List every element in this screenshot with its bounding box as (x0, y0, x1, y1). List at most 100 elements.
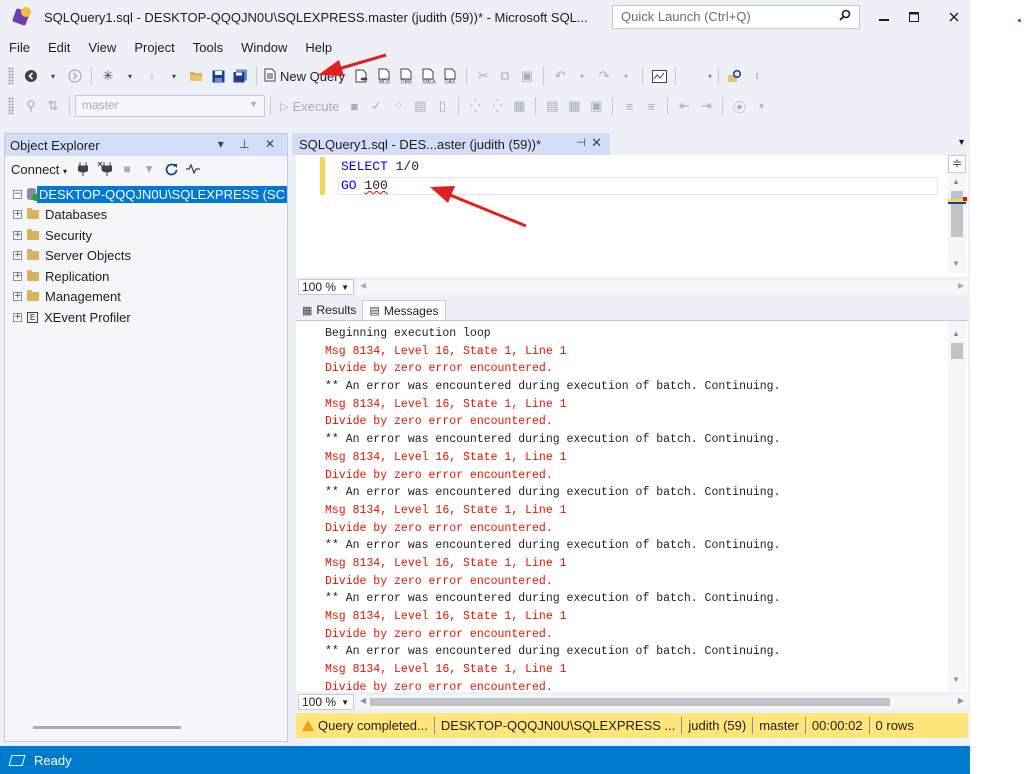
include-actual-plan-icon[interactable]: ⁛ (465, 97, 485, 115)
redo-icon[interactable]: ↷ (594, 67, 614, 85)
scroll-down-icon[interactable]: ▼ (952, 259, 960, 268)
display-estimated-plan-icon[interactable]: ⁘ (388, 97, 408, 115)
scroll-up-icon[interactable]: ▲ (952, 177, 960, 186)
tree-node-xevent-profiler[interactable]: + E XEvent Profiler (13, 307, 287, 328)
close-window-button[interactable] (934, 0, 974, 34)
new-query-button[interactable]: New Query (264, 68, 345, 85)
scroll-right-icon[interactable]: ▶ (958, 281, 964, 290)
analysis-dax-query-icon[interactable]: DAX (440, 67, 460, 85)
forward-icon[interactable] (65, 67, 85, 85)
results-to-grid-icon[interactable]: ▦ (564, 97, 584, 115)
save-icon[interactable] (208, 67, 228, 85)
tree-node-server-objects[interactable]: + Server Objects (13, 246, 287, 267)
results-horizontal-scrollbar[interactable]: ◀ ▶ (356, 695, 968, 709)
scroll-up-icon[interactable]: ▲ (952, 329, 960, 338)
expand-icon[interactable]: + (13, 251, 22, 261)
scroll-right-icon[interactable]: ▶ (958, 696, 964, 705)
decrease-indent-icon[interactable]: ⇤ (674, 97, 694, 115)
toolbar-grip[interactable] (8, 67, 14, 85)
connect-icon[interactable]: ⚲ (21, 97, 41, 115)
tree-node-security[interactable]: + Security (13, 225, 287, 246)
connect-dropdown[interactable]: Connect ▾ (11, 162, 67, 177)
tab-results[interactable]: ▦ Results (296, 300, 362, 320)
increase-indent-icon[interactable]: ⇥ (696, 97, 716, 115)
tab-sqlquery1[interactable]: SQLQuery1.sql - DES...aster (judith (59)… (292, 133, 610, 155)
collapse-icon[interactable]: − (13, 189, 22, 199)
execute-button[interactable]: ▷ Execute (280, 99, 339, 114)
database-engine-query-icon[interactable] (352, 67, 372, 85)
connect-plug-icon[interactable] (73, 160, 93, 178)
find-dropdown[interactable]: ▾ (682, 67, 712, 85)
results-zoom-select[interactable]: 100 % ▼ (298, 694, 354, 710)
activity-monitor-icon[interactable] (649, 67, 669, 85)
available-databases-select[interactable]: master ▼ (75, 95, 265, 117)
disconnect-icon[interactable] (95, 160, 115, 178)
editor-horizontal-scrollbar[interactable]: ◀ ▶ (356, 280, 968, 294)
redo-dropdown-icon[interactable]: ▾ (616, 67, 636, 85)
open-folder-icon[interactable] (186, 67, 206, 85)
toolbar-overflow-icon[interactable]: ▾ (751, 97, 771, 115)
scroll-down-icon[interactable]: ▼ (952, 675, 960, 684)
expand-icon[interactable]: + (13, 230, 22, 240)
tab-overflow-icon[interactable]: ▼ (957, 137, 966, 147)
undo-icon[interactable]: ↶ (550, 67, 570, 85)
editor-zoom-select[interactable]: 100 % ▼ (298, 279, 354, 295)
scroll-thumb[interactable] (370, 698, 890, 706)
code-area[interactable]: SELECT 1/0 GO 100 (341, 157, 419, 195)
specify-template-values-icon[interactable]: ⦿ (729, 97, 749, 115)
activity-monitor-icon[interactable] (183, 160, 203, 178)
expand-icon[interactable]: + (13, 312, 22, 322)
menu-help[interactable]: Help (296, 40, 341, 55)
pin-icon[interactable]: ⊣ (576, 136, 586, 149)
tree-node-management[interactable]: + Management (13, 287, 287, 308)
paste-icon[interactable]: ▣ (517, 67, 537, 85)
uncomment-lines-icon[interactable]: ≡ (641, 97, 661, 115)
live-query-statistics-icon[interactable]: ⁛ (487, 97, 507, 115)
menu-window[interactable]: Window (232, 40, 296, 55)
comment-lines-icon[interactable]: ≡ (619, 97, 639, 115)
back-dropdown-icon[interactable]: ▾ (43, 67, 63, 85)
messages-vertical-scrollbar[interactable]: ▲ ▼ (948, 321, 966, 691)
tree-node-replication[interactable]: + Replication (13, 266, 287, 287)
refresh-icon[interactable] (161, 160, 181, 178)
results-to-text-icon[interactable]: ▤ (542, 97, 562, 115)
stop-icon[interactable]: ■ (117, 160, 137, 178)
parse-icon[interactable]: ✓ (366, 97, 386, 115)
split-window-button[interactable]: ≑ (948, 155, 966, 173)
close-tab-icon[interactable]: ✕ (591, 135, 602, 151)
cut-icon[interactable]: ✂ (473, 67, 493, 85)
expand-icon[interactable]: + (13, 210, 22, 220)
menu-edit[interactable]: Edit (39, 40, 79, 55)
query-in-editor-icon[interactable]: ▤ (410, 97, 430, 115)
back-icon[interactable] (21, 67, 41, 85)
intellisense-icon[interactable]: ▯ (432, 97, 452, 115)
add-item-icon[interactable]: ▫ (142, 67, 162, 85)
copy-icon[interactable]: ⧉ (495, 67, 515, 85)
toolbar-grip[interactable] (8, 97, 14, 115)
maximize-button[interactable] (894, 0, 934, 34)
menu-tools[interactable]: Tools (184, 40, 232, 55)
add-item-dropdown-icon[interactable]: ▾ (164, 67, 184, 85)
new-project-dropdown-icon[interactable]: ▾ (120, 67, 140, 85)
scroll-left-icon[interactable]: ◀ (360, 696, 366, 705)
menu-file[interactable]: File (0, 40, 39, 55)
panel-header-icons[interactable]: ▾ ⊥ ✕ (218, 137, 281, 151)
new-project-icon[interactable]: ✳ (98, 67, 118, 85)
cancel-query-icon[interactable]: ■ (344, 97, 364, 115)
client-statistics-icon[interactable]: ▦ (509, 97, 529, 115)
menu-project[interactable]: Project (125, 40, 183, 55)
results-to-file-icon[interactable]: ▣ (586, 97, 606, 115)
change-connection-icon[interactable]: ⇅ (43, 97, 63, 115)
undo-dropdown-icon[interactable]: ▾ (572, 67, 592, 85)
find-icon[interactable] (725, 67, 745, 85)
query-editor[interactable]: SELECT 1/0 GO 100 ≑ ▲ ▼ (296, 155, 968, 277)
analysis-dmx-query-icon[interactable]: DMX (396, 67, 416, 85)
scroll-thumb[interactable] (951, 191, 963, 237)
menu-view[interactable]: View (79, 40, 125, 55)
filter-icon[interactable]: ▼ (139, 160, 159, 178)
analysis-mdx-query-icon[interactable]: MDX (374, 67, 394, 85)
scroll-left-icon[interactable]: ◀ (360, 281, 366, 290)
toolbar-overflow-icon[interactable]: ⁝ (747, 67, 767, 85)
messages-pane[interactable]: Beginning execution loop Msg 8134, Level … (296, 320, 968, 692)
expand-icon[interactable]: + (13, 292, 22, 302)
